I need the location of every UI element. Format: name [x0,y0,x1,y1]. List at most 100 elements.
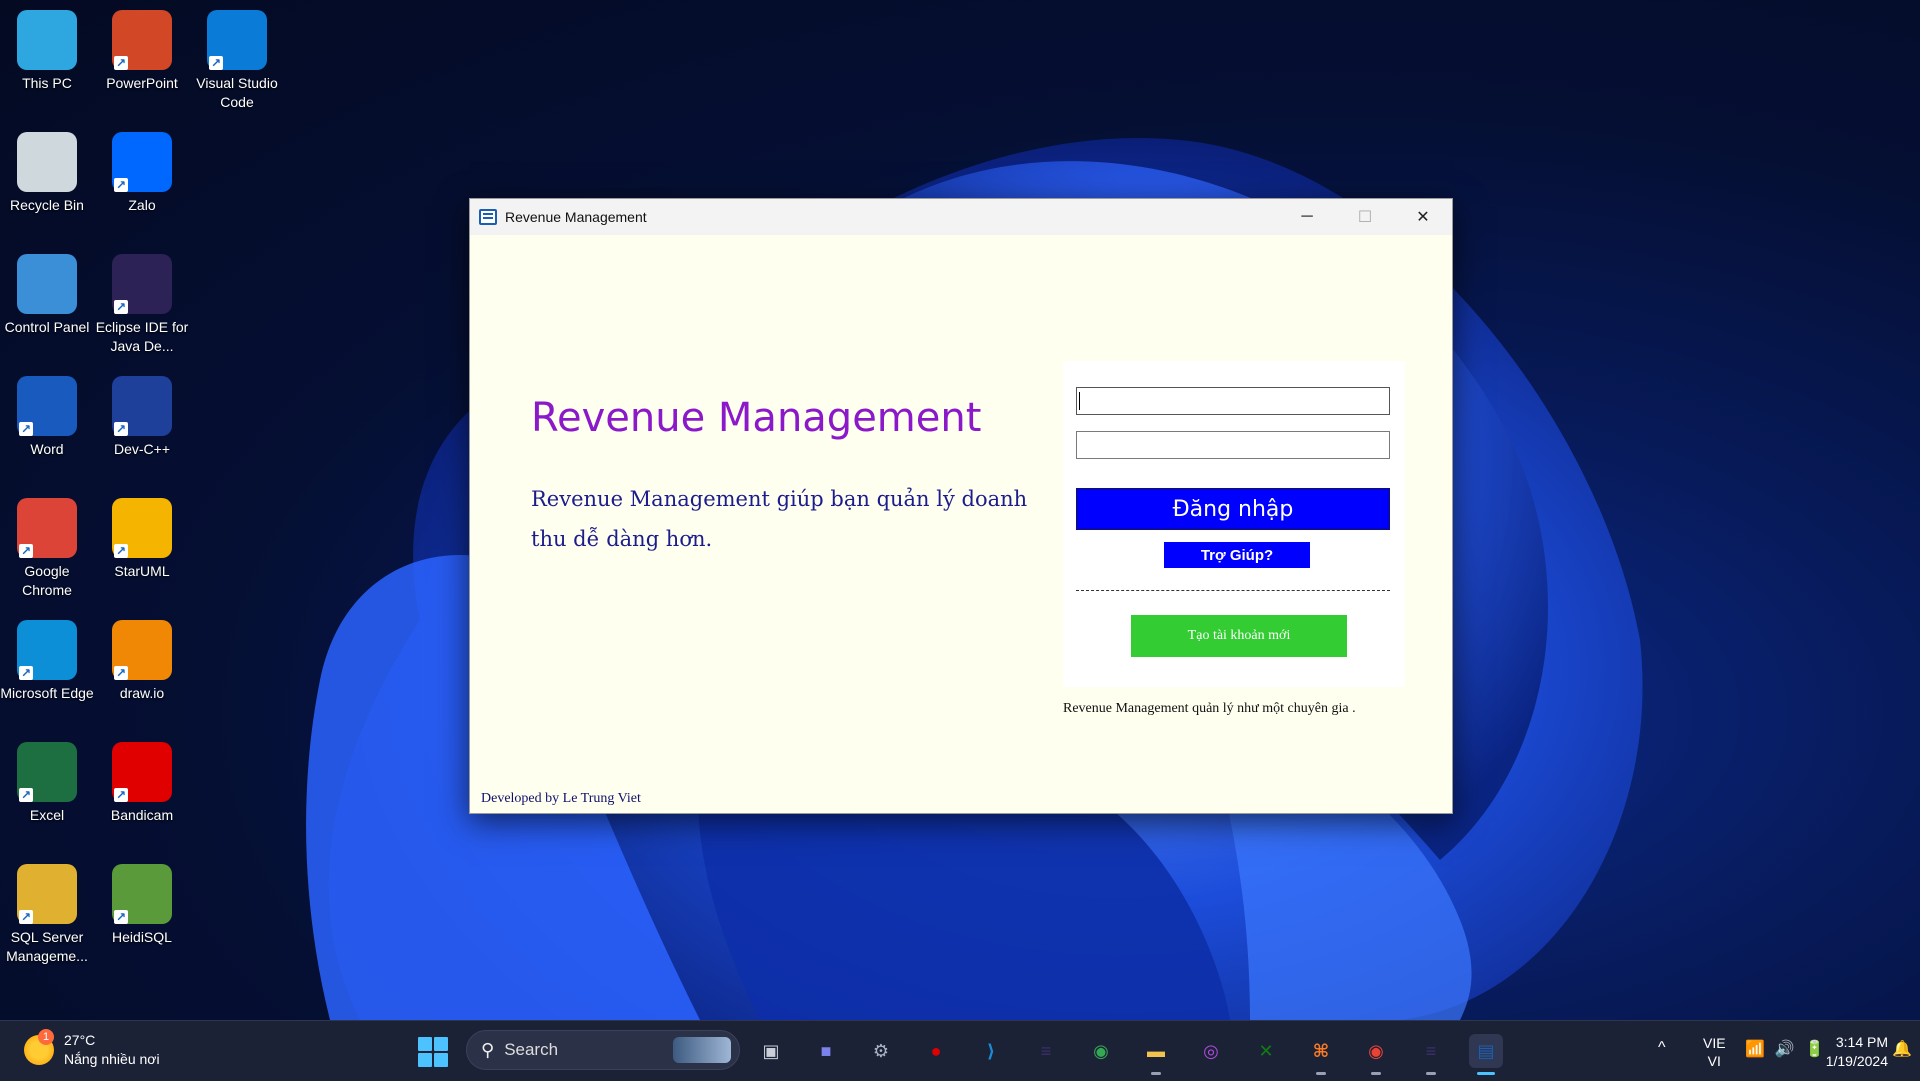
desktop-icon-bandicam[interactable]: ↗ Bandicam [95,736,189,825]
minimize-button[interactable]: ─ [1278,199,1336,235]
weather-sun-icon: 1 [24,1029,54,1065]
taskbar-app-chrome-profile[interactable]: ◉ [1359,1034,1393,1075]
desktop-icon-label: SQL Server Manageme... [6,929,88,964]
desktop-icon-label: Recycle Bin [10,197,84,213]
weather-widget[interactable]: 1 27°C Nắng nhiều nơi [24,1029,160,1069]
shortcut-arrow-icon: ↗ [114,544,128,558]
desktop-icon-label: draw.io [119,685,165,701]
taskbar: 1 27°C Nắng nhiều nơi ⚲ Search ▣ ■ ⚙ ● ⟩ ≡ ◉ ▬ ◎… [0,1020,1920,1081]
taskbar-app-revenue-management[interactable]: ▤ [1469,1034,1503,1075]
xampp-icon: ⌘ [1312,1040,1330,1061]
desktop-icon-label: Visual Studio Code [196,75,278,110]
running-indicator [1371,1072,1381,1075]
desktop-icon-label: Control Panel [4,319,90,335]
maximize-button[interactable]: ☐ [1336,199,1394,235]
start-button[interactable] [418,1037,448,1067]
windows-logo-tile [418,1037,432,1051]
desktop-icon-label: Google Chrome [22,563,72,598]
chrome-profile-icon: ◉ [1368,1040,1384,1061]
bandicam-icon: ↗ [112,742,172,802]
developer-credit: Developed by Le Trung Viet [481,791,641,806]
taskbar-app-settings[interactable]: ⚙ [864,1034,898,1068]
desktop-icon-label: PowerPoint [106,75,178,91]
running-indicator [1477,1072,1495,1075]
taskbar-search[interactable]: ⚲ Search [466,1030,740,1070]
taskbar-app-xampp[interactable]: ⌘ [1304,1034,1338,1075]
desktop-icon-label: Dev-C++ [113,441,171,457]
drawio-icon: ↗ [112,620,172,680]
shortcut-arrow-icon: ↗ [114,178,128,192]
tagline-text: Revenue Management quản lý như một chuyê… [1063,701,1356,716]
taskbar-app-file-explorer[interactable]: ▬ [1139,1034,1173,1075]
windows-logo-tile [434,1037,448,1051]
desktop-icon-drawio[interactable]: ↗ draw.io [95,614,189,703]
close-button[interactable]: ✕ [1394,199,1452,235]
eclipse-icon: ≡ [1040,1040,1052,1061]
create-account-button[interactable]: Tạo tài khoản mới [1131,615,1347,657]
devcpp-icon: ↗ [112,376,172,436]
shortcut-arrow-icon: ↗ [114,300,128,314]
desktop-icon-word[interactable]: ↗ Word [0,370,94,459]
desktop-icon-edge[interactable]: ↗ Microsoft Edge [0,614,94,703]
zalo-icon: ↗ [112,132,172,192]
input-language-indicator[interactable]: VIE VI [1703,1034,1726,1070]
help-button[interactable]: Trợ Giúp? [1164,542,1310,568]
desktop-icon-zalo[interactable]: ↗ Zalo [95,126,189,215]
shortcut-arrow-icon: ↗ [114,910,128,924]
desktop-icon-label: This PC [22,75,72,91]
revenue-management-window[interactable]: Revenue Management ─ ☐ ✕ Revenue Managem… [469,198,1453,814]
desktop-icon-staruml[interactable]: ↗ StarUML [95,492,189,581]
desktop-icon-devcpp[interactable]: ↗ Dev-C++ [95,370,189,459]
taskbar-app-eclipse[interactable]: ≡ [1029,1034,1063,1068]
taskbar-app-chrome[interactable]: ◉ [1084,1034,1118,1068]
task-view-icon: ▣ [762,1040,780,1061]
shortcut-arrow-icon: ↗ [19,788,33,802]
bandicam-icon: ● [930,1040,942,1061]
vscode-icon: ↗ [207,10,267,70]
taskbar-app-podcast-app[interactable]: ◎ [1194,1034,1228,1068]
shortcut-arrow-icon: ↗ [19,422,33,436]
desktop-icon-label: Excel [29,807,65,823]
shortcut-arrow-icon: ↗ [114,788,128,802]
chrome-icon: ◉ [1093,1040,1109,1061]
vscode-icon: ⟩ [986,1040,996,1061]
taskbar-app-vscode[interactable]: ⟩ [974,1034,1008,1068]
shortcut-arrow-icon: ↗ [19,910,33,924]
eclipse-2-icon: ≡ [1425,1040,1437,1061]
revenue-management-icon: ▤ [1477,1040,1495,1061]
eclipse-icon: ↗ [112,254,172,314]
username-input[interactable] [1076,387,1390,415]
app-description: Revenue Management giúp bạn quản lý doan… [531,487,1028,551]
taskbar-app-xbox[interactable]: ✕ [1249,1034,1283,1068]
shortcut-arrow-icon: ↗ [19,544,33,558]
taskbar-app-task-view[interactable]: ▣ [754,1034,788,1068]
login-button[interactable]: Đăng nhập [1076,488,1390,530]
desktop-icon-heidisql[interactable]: ↗ HeidiSQL [95,858,189,947]
desktop-icon-control-panel[interactable]: Control Panel [0,248,94,337]
desktop-icon-powerpoint[interactable]: ↗ PowerPoint [95,4,189,93]
taskbar-app-bandicam[interactable]: ● [919,1034,953,1068]
desktop-icon-chrome[interactable]: ↗ Google Chrome [0,492,94,600]
control-panel-icon [17,254,77,314]
show-hidden-icons-chevron-icon[interactable]: ^ [1658,1039,1666,1057]
desktop-icon-label: Zalo [128,197,156,213]
desktop-icon-vscode[interactable]: ↗ Visual Studio Code [190,4,284,112]
window-titlebar[interactable]: Revenue Management ─ ☐ ✕ [470,199,1452,235]
windows-logo-tile [434,1053,448,1067]
notification-bell-icon[interactable]: 🔔 [1892,1039,1912,1059]
desktop-icon-excel[interactable]: ↗ Excel [0,736,94,825]
taskbar-app-eclipse-2[interactable]: ≡ [1414,1034,1448,1075]
desktop-icon-eclipse[interactable]: ↗ Eclipse IDE for Java De... [95,248,189,356]
desktop-icon-recycle-bin[interactable]: Recycle Bin [0,126,94,215]
desktop-icon-sql-server[interactable]: ↗ SQL Server Manageme... [0,858,94,966]
taskbar-app-teams-meet[interactable]: ■ [809,1034,843,1068]
desktop-icon-monitor[interactable]: This PC [0,4,94,93]
desktop-icon-label: StarUML [114,563,170,579]
podcast-app-icon: ◎ [1203,1040,1219,1061]
shortcut-arrow-icon: ↗ [114,666,128,680]
weather-description: Nắng nhiều nơi [64,1051,160,1067]
excel-icon: ↗ [17,742,77,802]
search-icon: ⚲ [481,1039,495,1060]
password-input[interactable] [1076,431,1390,459]
clock[interactable]: 3:14 PM 1/19/2024 [1796,1033,1888,1071]
